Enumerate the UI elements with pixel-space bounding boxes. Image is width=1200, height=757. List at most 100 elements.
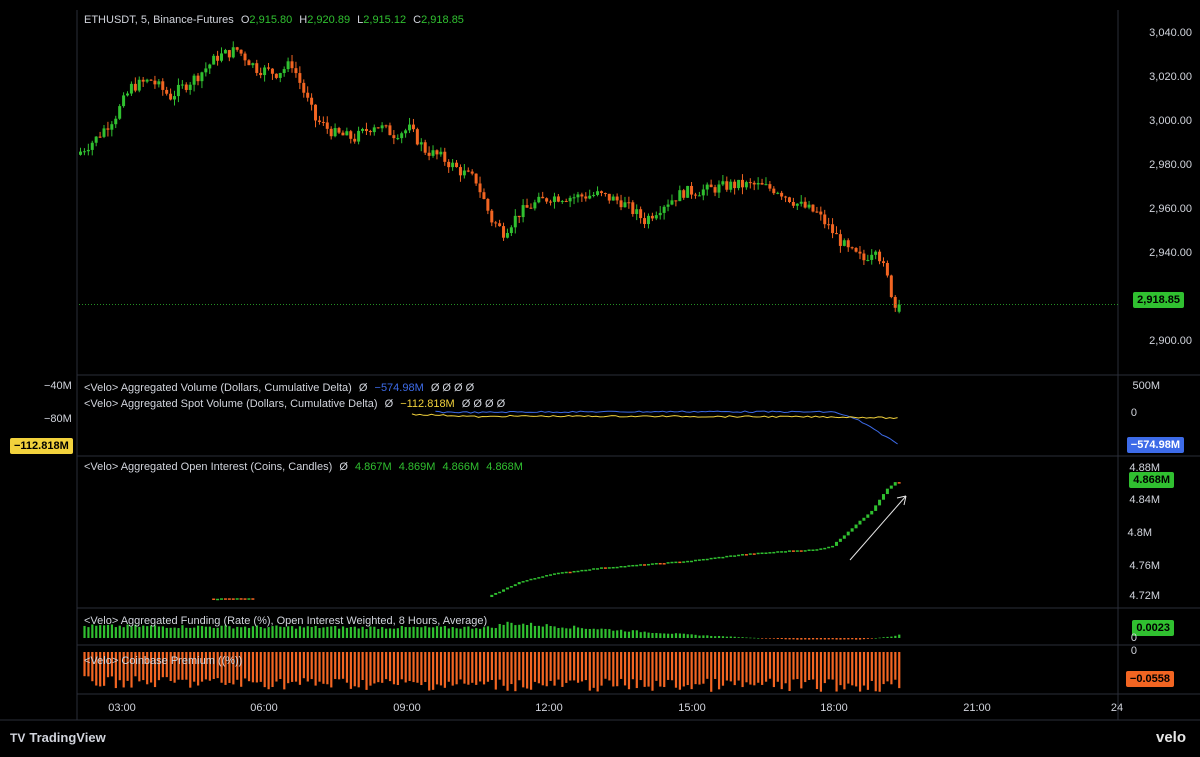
- price-candle: [580, 194, 584, 197]
- funding-bar: [780, 638, 783, 640]
- premium-bar: [334, 652, 337, 680]
- funding-bar: [330, 626, 333, 638]
- premium-bar: [580, 652, 584, 682]
- funding-bar: [545, 624, 548, 638]
- premium-bar: [341, 652, 345, 679]
- funding-bar: [99, 625, 102, 638]
- oi-candle: [533, 578, 537, 580]
- price-candle: [267, 67, 271, 69]
- x-tick: 21:00: [963, 702, 991, 714]
- price-candle: [646, 215, 650, 225]
- premium-bar: [447, 652, 450, 682]
- oi-candle: [251, 598, 255, 600]
- funding-bar: [361, 626, 364, 638]
- price-candle: [635, 209, 639, 215]
- funding-bar: [247, 627, 251, 638]
- price-candle: [819, 211, 823, 215]
- premium-bar: [381, 652, 384, 683]
- price-candle: [90, 142, 94, 150]
- premium-bar: [463, 652, 466, 684]
- funding-bar: [761, 638, 764, 639]
- price-candle: [306, 92, 310, 98]
- oi-candle: [643, 564, 647, 566]
- premium-bar: [298, 652, 302, 685]
- oi-candle: [674, 561, 678, 564]
- price-candle: [286, 61, 290, 70]
- funding-bar: [87, 627, 90, 638]
- funding-bar: [819, 638, 823, 640]
- oi-candle: [862, 517, 866, 521]
- price-candle: [799, 201, 803, 204]
- close-value: 2,918.85: [421, 14, 464, 26]
- funding-bar: [341, 626, 345, 638]
- price-candle: [525, 205, 529, 208]
- funding-bar: [862, 638, 866, 640]
- price-candle: [137, 79, 141, 91]
- oi-candle: [893, 482, 897, 486]
- price-candle: [427, 152, 431, 156]
- funding-bar: [623, 631, 627, 638]
- tradingview-logo[interactable]: TV TradingView: [10, 730, 106, 745]
- funding-bar: [714, 636, 717, 638]
- funding-bar: [197, 625, 200, 638]
- premium-bar: [392, 652, 396, 685]
- funding-bar: [890, 636, 893, 638]
- oi-candle: [725, 555, 729, 558]
- premium-bar: [275, 652, 278, 682]
- premium-label: <Velo> Coinbase Premium ((%)): [84, 655, 243, 667]
- price-candle: [345, 131, 349, 136]
- oi-candle: [709, 557, 713, 560]
- price-candle: [129, 83, 133, 94]
- price-candle: [98, 136, 102, 138]
- oi-candle: [799, 550, 803, 552]
- price-candle: [697, 195, 701, 197]
- premium-bar: [479, 652, 482, 682]
- price-candle: [200, 72, 204, 82]
- chart-stage[interactable]: ETHUSDT, 5, Binance-Futures O2,915.80 H2…: [0, 0, 1200, 752]
- premium-bar: [792, 652, 795, 680]
- funding-bar: [659, 633, 662, 638]
- price-tick: 2,900.00: [1149, 335, 1192, 347]
- funding-bar: [416, 627, 419, 638]
- premium-bar: [553, 652, 556, 686]
- oi-candle: [897, 482, 901, 484]
- funding-bar: [298, 626, 302, 638]
- premium-bar: [545, 652, 548, 687]
- price-candle: [325, 122, 329, 129]
- price-candle: [451, 162, 455, 168]
- price-candle: [102, 128, 106, 137]
- premium-bar: [314, 652, 317, 686]
- oi-candle: [842, 535, 846, 539]
- funding-bar: [604, 628, 607, 638]
- price-candle: [584, 196, 588, 199]
- funding-bar: [435, 626, 439, 638]
- funding-bar: [557, 627, 560, 638]
- price-candle: [588, 195, 592, 199]
- premium-bar: [753, 652, 756, 686]
- funding-bar: [275, 625, 278, 638]
- price-candle: [643, 218, 647, 225]
- premium-bar: [291, 652, 294, 682]
- price-candle: [639, 209, 643, 219]
- oi-candle: [521, 581, 525, 583]
- price-candle: [208, 64, 212, 69]
- oi-candle: [537, 577, 541, 579]
- funding-bar: [475, 628, 478, 638]
- price-candle: [126, 93, 130, 96]
- funding-bar: [768, 638, 772, 639]
- volume-value: −574.98M: [374, 382, 424, 394]
- price-tick: 3,020.00: [1149, 71, 1192, 83]
- chart-svg[interactable]: [0, 0, 1200, 752]
- funding-bar: [827, 638, 830, 640]
- funding-bar: [220, 625, 223, 638]
- premium-bar: [318, 652, 321, 682]
- price-candle: [619, 200, 623, 208]
- premium-bar: [369, 652, 372, 686]
- price-candle: [721, 181, 725, 185]
- price-candle: [572, 197, 576, 199]
- price-candle: [709, 184, 713, 188]
- funding-bar: [279, 626, 282, 638]
- funding-bar: [467, 626, 470, 638]
- funding-bar: [482, 627, 486, 638]
- funding-bar: [733, 636, 736, 638]
